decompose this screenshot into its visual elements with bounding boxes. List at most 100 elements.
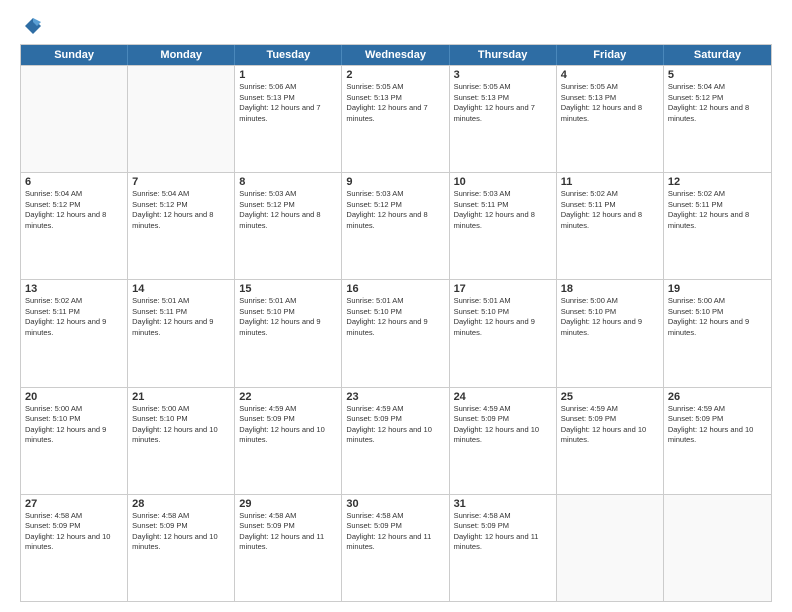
calendar-cell: 5Sunrise: 5:04 AMSunset: 5:12 PMDaylight… xyxy=(664,66,771,172)
day-number: 18 xyxy=(561,283,659,295)
cell-details: Sunrise: 5:05 AMSunset: 5:13 PMDaylight:… xyxy=(561,82,659,124)
day-number: 24 xyxy=(454,391,552,403)
calendar-cell: 10Sunrise: 5:03 AMSunset: 5:11 PMDayligh… xyxy=(450,173,557,279)
cell-details: Sunrise: 5:03 AMSunset: 5:12 PMDaylight:… xyxy=(239,189,337,231)
calendar-cell: 28Sunrise: 4:58 AMSunset: 5:09 PMDayligh… xyxy=(128,495,235,601)
calendar-row: 27Sunrise: 4:58 AMSunset: 5:09 PMDayligh… xyxy=(21,494,771,601)
cell-details: Sunrise: 5:01 AMSunset: 5:11 PMDaylight:… xyxy=(132,296,230,338)
calendar-cell: 1Sunrise: 5:06 AMSunset: 5:13 PMDaylight… xyxy=(235,66,342,172)
calendar-row: 1Sunrise: 5:06 AMSunset: 5:13 PMDaylight… xyxy=(21,65,771,172)
calendar-cell: 24Sunrise: 4:59 AMSunset: 5:09 PMDayligh… xyxy=(450,388,557,494)
day-number: 29 xyxy=(239,498,337,510)
day-number: 17 xyxy=(454,283,552,295)
day-number: 6 xyxy=(25,176,123,188)
cell-details: Sunrise: 5:03 AMSunset: 5:11 PMDaylight:… xyxy=(454,189,552,231)
day-number: 26 xyxy=(668,391,767,403)
day-number: 1 xyxy=(239,69,337,81)
cell-details: Sunrise: 4:59 AMSunset: 5:09 PMDaylight:… xyxy=(668,404,767,446)
cell-details: Sunrise: 5:02 AMSunset: 5:11 PMDaylight:… xyxy=(561,189,659,231)
day-number: 5 xyxy=(668,69,767,81)
calendar-cell: 7Sunrise: 5:04 AMSunset: 5:12 PMDaylight… xyxy=(128,173,235,279)
weekday-header-monday: Monday xyxy=(128,45,235,65)
calendar-cell: 27Sunrise: 4:58 AMSunset: 5:09 PMDayligh… xyxy=(21,495,128,601)
cell-details: Sunrise: 5:01 AMSunset: 5:10 PMDaylight:… xyxy=(239,296,337,338)
day-number: 14 xyxy=(132,283,230,295)
cell-details: Sunrise: 5:00 AMSunset: 5:10 PMDaylight:… xyxy=(132,404,230,446)
day-number: 10 xyxy=(454,176,552,188)
day-number: 13 xyxy=(25,283,123,295)
cell-details: Sunrise: 5:04 AMSunset: 5:12 PMDaylight:… xyxy=(668,82,767,124)
calendar-cell: 17Sunrise: 5:01 AMSunset: 5:10 PMDayligh… xyxy=(450,280,557,386)
calendar-cell: 22Sunrise: 4:59 AMSunset: 5:09 PMDayligh… xyxy=(235,388,342,494)
calendar-body: 1Sunrise: 5:06 AMSunset: 5:13 PMDaylight… xyxy=(21,65,771,601)
day-number: 7 xyxy=(132,176,230,188)
cell-details: Sunrise: 4:58 AMSunset: 5:09 PMDaylight:… xyxy=(454,511,552,553)
day-number: 2 xyxy=(346,69,444,81)
day-number: 27 xyxy=(25,498,123,510)
day-number: 8 xyxy=(239,176,337,188)
calendar-cell: 6Sunrise: 5:04 AMSunset: 5:12 PMDaylight… xyxy=(21,173,128,279)
cell-details: Sunrise: 5:02 AMSunset: 5:11 PMDaylight:… xyxy=(25,296,123,338)
day-number: 23 xyxy=(346,391,444,403)
calendar-cell: 30Sunrise: 4:58 AMSunset: 5:09 PMDayligh… xyxy=(342,495,449,601)
cell-details: Sunrise: 4:58 AMSunset: 5:09 PMDaylight:… xyxy=(25,511,123,553)
calendar-cell: 2Sunrise: 5:05 AMSunset: 5:13 PMDaylight… xyxy=(342,66,449,172)
day-number: 19 xyxy=(668,283,767,295)
day-number: 30 xyxy=(346,498,444,510)
calendar-cell: 23Sunrise: 4:59 AMSunset: 5:09 PMDayligh… xyxy=(342,388,449,494)
calendar-cell: 16Sunrise: 5:01 AMSunset: 5:10 PMDayligh… xyxy=(342,280,449,386)
calendar: SundayMondayTuesdayWednesdayThursdayFrid… xyxy=(20,44,772,602)
cell-details: Sunrise: 5:00 AMSunset: 5:10 PMDaylight:… xyxy=(668,296,767,338)
day-number: 21 xyxy=(132,391,230,403)
day-number: 11 xyxy=(561,176,659,188)
calendar-row: 6Sunrise: 5:04 AMSunset: 5:12 PMDaylight… xyxy=(21,172,771,279)
day-number: 16 xyxy=(346,283,444,295)
calendar-cell: 21Sunrise: 5:00 AMSunset: 5:10 PMDayligh… xyxy=(128,388,235,494)
cell-details: Sunrise: 5:00 AMSunset: 5:10 PMDaylight:… xyxy=(561,296,659,338)
calendar-cell: 14Sunrise: 5:01 AMSunset: 5:11 PMDayligh… xyxy=(128,280,235,386)
cell-details: Sunrise: 4:59 AMSunset: 5:09 PMDaylight:… xyxy=(239,404,337,446)
cell-details: Sunrise: 4:58 AMSunset: 5:09 PMDaylight:… xyxy=(132,511,230,553)
cell-details: Sunrise: 4:59 AMSunset: 5:09 PMDaylight:… xyxy=(346,404,444,446)
cell-details: Sunrise: 5:00 AMSunset: 5:10 PMDaylight:… xyxy=(25,404,123,446)
calendar-cell: 13Sunrise: 5:02 AMSunset: 5:11 PMDayligh… xyxy=(21,280,128,386)
calendar-row: 13Sunrise: 5:02 AMSunset: 5:11 PMDayligh… xyxy=(21,279,771,386)
calendar-cell: 9Sunrise: 5:03 AMSunset: 5:12 PMDaylight… xyxy=(342,173,449,279)
cell-details: Sunrise: 5:01 AMSunset: 5:10 PMDaylight:… xyxy=(454,296,552,338)
weekday-header-thursday: Thursday xyxy=(450,45,557,65)
calendar-cell: 25Sunrise: 4:59 AMSunset: 5:09 PMDayligh… xyxy=(557,388,664,494)
calendar-cell: 11Sunrise: 5:02 AMSunset: 5:11 PMDayligh… xyxy=(557,173,664,279)
cell-details: Sunrise: 5:05 AMSunset: 5:13 PMDaylight:… xyxy=(346,82,444,124)
calendar-cell: 20Sunrise: 5:00 AMSunset: 5:10 PMDayligh… xyxy=(21,388,128,494)
day-number: 9 xyxy=(346,176,444,188)
day-number: 15 xyxy=(239,283,337,295)
calendar-cell xyxy=(557,495,664,601)
day-number: 28 xyxy=(132,498,230,510)
calendar-row: 20Sunrise: 5:00 AMSunset: 5:10 PMDayligh… xyxy=(21,387,771,494)
calendar-cell: 3Sunrise: 5:05 AMSunset: 5:13 PMDaylight… xyxy=(450,66,557,172)
calendar-cell xyxy=(664,495,771,601)
weekday-header-wednesday: Wednesday xyxy=(342,45,449,65)
calendar-cell: 19Sunrise: 5:00 AMSunset: 5:10 PMDayligh… xyxy=(664,280,771,386)
cell-details: Sunrise: 5:04 AMSunset: 5:12 PMDaylight:… xyxy=(25,189,123,231)
day-number: 31 xyxy=(454,498,552,510)
cell-details: Sunrise: 5:04 AMSunset: 5:12 PMDaylight:… xyxy=(132,189,230,231)
calendar-cell: 12Sunrise: 5:02 AMSunset: 5:11 PMDayligh… xyxy=(664,173,771,279)
calendar-cell: 29Sunrise: 4:58 AMSunset: 5:09 PMDayligh… xyxy=(235,495,342,601)
cell-details: Sunrise: 4:59 AMSunset: 5:09 PMDaylight:… xyxy=(561,404,659,446)
header xyxy=(20,16,772,36)
calendar-cell: 4Sunrise: 5:05 AMSunset: 5:13 PMDaylight… xyxy=(557,66,664,172)
calendar-cell xyxy=(21,66,128,172)
logo-icon xyxy=(23,16,43,36)
cell-details: Sunrise: 5:06 AMSunset: 5:13 PMDaylight:… xyxy=(239,82,337,124)
day-number: 12 xyxy=(668,176,767,188)
day-number: 25 xyxy=(561,391,659,403)
day-number: 20 xyxy=(25,391,123,403)
calendar-cell xyxy=(128,66,235,172)
calendar-cell: 15Sunrise: 5:01 AMSunset: 5:10 PMDayligh… xyxy=(235,280,342,386)
cell-details: Sunrise: 5:01 AMSunset: 5:10 PMDaylight:… xyxy=(346,296,444,338)
cell-details: Sunrise: 5:05 AMSunset: 5:13 PMDaylight:… xyxy=(454,82,552,124)
cell-details: Sunrise: 4:58 AMSunset: 5:09 PMDaylight:… xyxy=(239,511,337,553)
logo xyxy=(20,16,46,36)
day-number: 4 xyxy=(561,69,659,81)
